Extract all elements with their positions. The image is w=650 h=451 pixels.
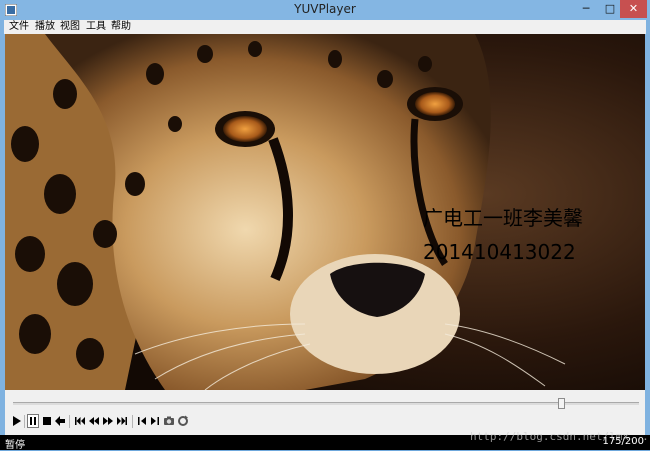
next-step-icon[interactable] bbox=[149, 414, 161, 428]
video-frame: 广电工一班李美馨 201410413022 bbox=[5, 34, 645, 390]
menu-view[interactable]: 视图 bbox=[60, 20, 80, 34]
snapshot-icon[interactable] bbox=[163, 414, 175, 428]
minimize-button[interactable]: ─ bbox=[574, 0, 598, 18]
control-panel bbox=[5, 390, 645, 435]
menu-bar: 文件 播放 视图 工具 帮助 bbox=[4, 20, 646, 34]
rewind-icon[interactable] bbox=[88, 414, 100, 428]
stop-icon[interactable] bbox=[41, 414, 53, 428]
overlay-name-text: 广电工一班李美馨 bbox=[423, 206, 583, 230]
title-bar[interactable]: YUVPlayer ─ □ ✕ bbox=[0, 0, 650, 20]
seek-bar[interactable] bbox=[13, 402, 639, 405]
playback-status: 暂停 bbox=[5, 440, 25, 451]
first-frame-icon[interactable] bbox=[74, 414, 86, 428]
menu-help[interactable]: 帮助 bbox=[111, 20, 131, 34]
seek-thumb[interactable] bbox=[557, 398, 565, 409]
toolbar-separator bbox=[24, 415, 25, 428]
prev-step-icon[interactable] bbox=[136, 414, 148, 428]
overlay-id-text: 201410413022 bbox=[423, 240, 576, 264]
app-window: YUVPlayer ─ □ ✕ 文件 播放 视图 工具 帮助 广电工一班李美馨 … bbox=[0, 0, 650, 451]
play-icon[interactable] bbox=[11, 414, 23, 428]
close-button[interactable]: ✕ bbox=[620, 0, 647, 18]
toolbar-separator bbox=[69, 415, 70, 428]
menu-play[interactable]: 播放 bbox=[35, 20, 55, 34]
menu-tools[interactable]: 工具 bbox=[86, 20, 106, 34]
menu-file[interactable]: 文件 bbox=[9, 20, 29, 34]
player-toolbar bbox=[9, 414, 639, 430]
last-frame-icon[interactable] bbox=[116, 414, 128, 428]
refresh-icon[interactable] bbox=[177, 414, 189, 428]
window-title: YUVPlayer bbox=[294, 2, 356, 16]
maximize-button[interactable]: □ bbox=[598, 0, 622, 18]
toolbar-separator bbox=[132, 415, 133, 428]
forward-icon[interactable] bbox=[102, 414, 114, 428]
back-icon[interactable] bbox=[54, 414, 66, 428]
watermark-text: http://blog.csdn.net/lmx... bbox=[470, 430, 649, 443]
pause-icon[interactable] bbox=[27, 414, 39, 428]
